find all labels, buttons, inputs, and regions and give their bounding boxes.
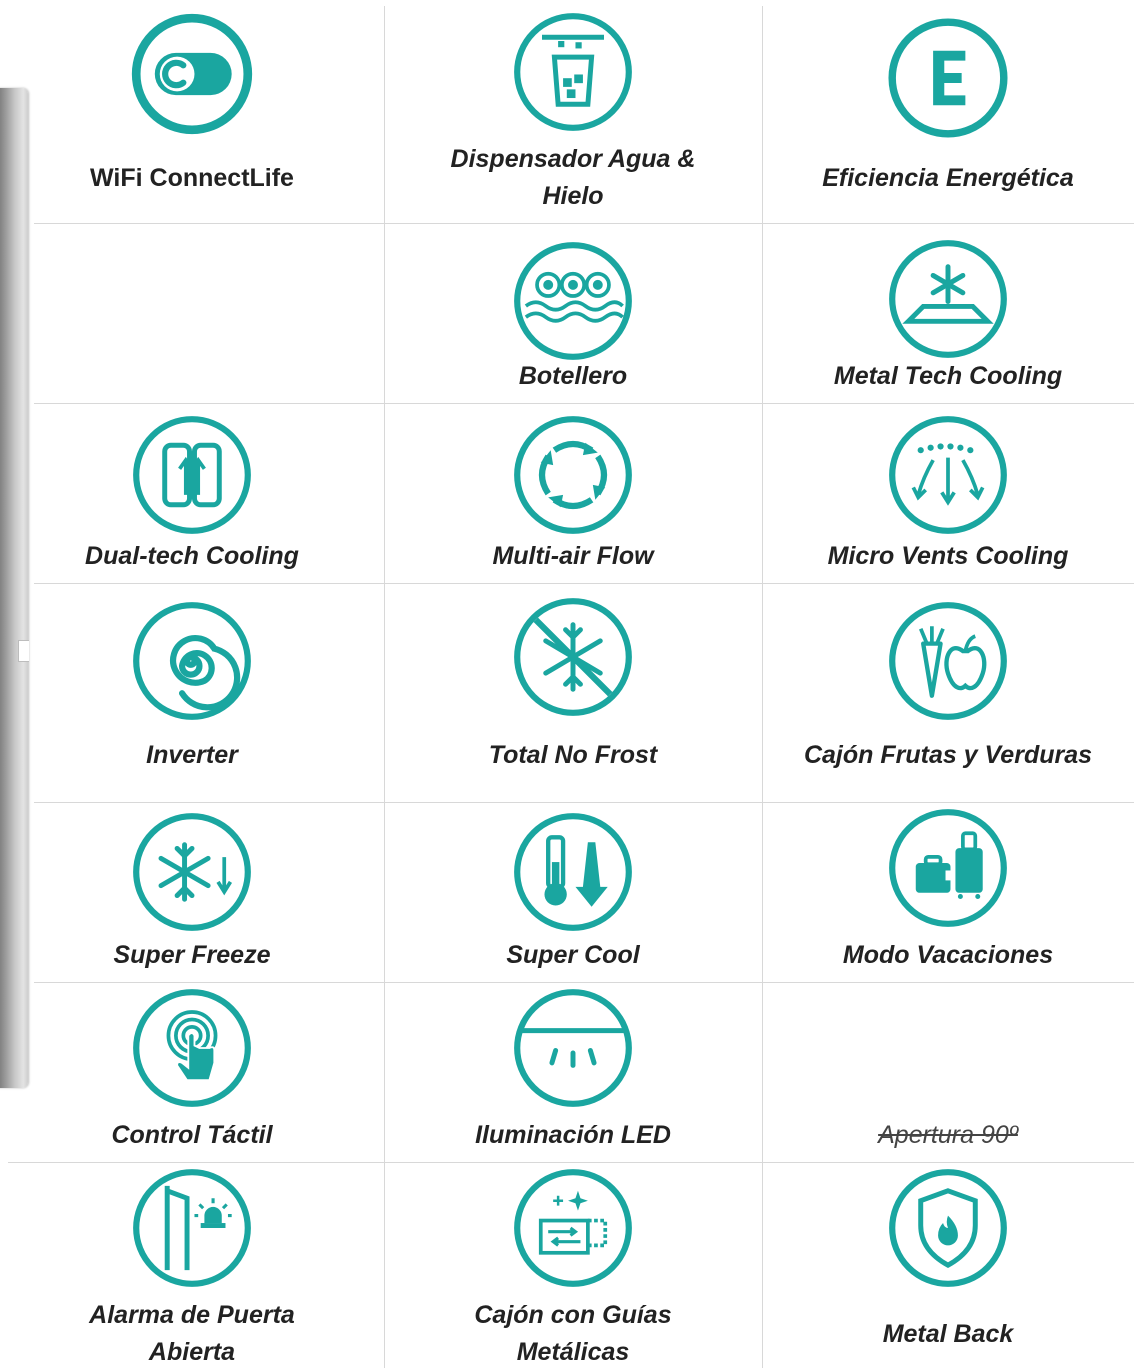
feature-cell: Metal Tech Cooling bbox=[762, 223, 1134, 403]
feature-label: Cajón con Guías Metálicas bbox=[474, 1301, 672, 1366]
feature-label: Dispensador Agua & Hielo bbox=[450, 145, 696, 210]
led-lighting-icon bbox=[511, 986, 635, 1110]
multi-air-flow-icon bbox=[511, 413, 635, 537]
metal-back-shield-icon bbox=[886, 1166, 1010, 1290]
feature-label: Dual-tech Cooling bbox=[85, 542, 299, 570]
super-cool-icon bbox=[511, 810, 635, 934]
feature-cell: Cajón con Guías Metálicas bbox=[384, 1162, 762, 1368]
feature-label: Micro Vents Cooling bbox=[827, 542, 1069, 570]
feature-cell: Modo Vacaciones bbox=[762, 802, 1134, 982]
feature-label: Eficiencia Energética bbox=[822, 164, 1074, 192]
connectlife-toggle-icon bbox=[130, 12, 254, 136]
feature-label: Super Freeze bbox=[113, 941, 271, 969]
features-grid: WiFi ConnectLife Dispensador Agua & Hiel… bbox=[0, 0, 1134, 1368]
dual-tech-cooling-icon bbox=[130, 413, 254, 537]
metal-tech-cooling-icon bbox=[886, 237, 1010, 361]
feature-cell: Super Cool bbox=[384, 802, 762, 982]
feature-cell: Inverter bbox=[0, 583, 384, 802]
feature-label: Total No Frost bbox=[488, 741, 658, 769]
water-ice-dispenser-icon bbox=[511, 10, 635, 134]
feature-label: Control Táctil bbox=[111, 1121, 273, 1149]
fruit-vegetable-drawer-icon bbox=[886, 599, 1010, 723]
feature-cell: Dispensador Agua & Hielo bbox=[384, 0, 762, 223]
feature-label-struck: Apertura 90º bbox=[878, 1121, 1018, 1149]
feature-cell: Eficiencia Energética bbox=[762, 0, 1134, 223]
feature-label: Metal Back bbox=[882, 1320, 1014, 1348]
feature-label: Botellero bbox=[518, 362, 628, 390]
touch-control-icon bbox=[130, 986, 254, 1110]
feature-label: Super Cool bbox=[506, 941, 640, 969]
feature-label: Inverter bbox=[146, 741, 238, 769]
feature-cell: Apertura 90º bbox=[762, 982, 1134, 1162]
metal-rail-drawer-icon bbox=[511, 1166, 635, 1290]
super-freeze-icon bbox=[130, 810, 254, 934]
micro-vents-cooling-icon bbox=[886, 413, 1010, 537]
feature-cell: Alarma de Puerta Abierta bbox=[0, 1162, 384, 1368]
feature-cell: Control Táctil bbox=[0, 982, 384, 1162]
feature-cell: Metal Back bbox=[762, 1162, 1134, 1368]
bottle-rack-icon bbox=[511, 239, 635, 363]
door-alarm-icon bbox=[130, 1166, 254, 1290]
feature-label: Alarma de Puerta Abierta bbox=[89, 1301, 295, 1366]
feature-label: Metal Tech Cooling bbox=[833, 362, 1063, 390]
feature-label: Iluminación LED bbox=[475, 1121, 671, 1149]
feature-label: Modo Vacaciones bbox=[842, 941, 1054, 969]
feature-cell: Micro Vents Cooling bbox=[762, 403, 1134, 583]
inverter-spiral-icon bbox=[130, 599, 254, 723]
feature-label: WiFi ConnectLife bbox=[90, 164, 294, 192]
energy-efficiency-e-icon bbox=[886, 16, 1010, 140]
feature-cell: Dual-tech Cooling bbox=[0, 403, 384, 583]
feature-label: Cajón Frutas y Verduras bbox=[803, 741, 1093, 769]
feature-cell: Cajón Frutas y Verduras bbox=[762, 583, 1134, 802]
no-frost-icon bbox=[511, 595, 635, 719]
feature-cell: Total No Frost bbox=[384, 583, 762, 802]
feature-cell: Iluminación LED bbox=[384, 982, 762, 1162]
feature-label: Multi-air Flow bbox=[492, 542, 654, 570]
vacation-mode-luggage-icon bbox=[886, 806, 1010, 930]
feature-cell-empty bbox=[0, 223, 384, 403]
feature-cell: Super Freeze bbox=[0, 802, 384, 982]
feature-cell: Botellero bbox=[384, 223, 762, 403]
feature-cell: WiFi ConnectLife bbox=[0, 0, 384, 223]
feature-cell: Multi-air Flow bbox=[384, 403, 762, 583]
